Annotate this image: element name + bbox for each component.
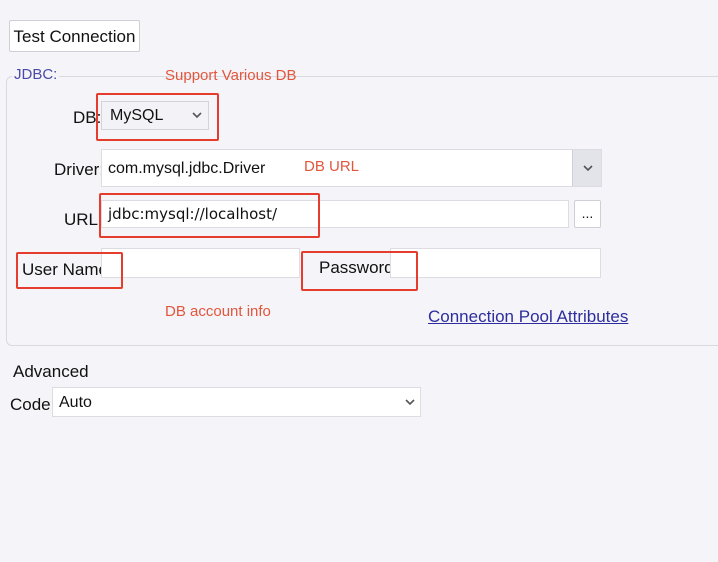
driver-label: Driver:	[54, 160, 105, 179]
url-annotation-text: DB URL	[304, 158, 360, 175]
advanced-section-title: Advanced	[13, 362, 89, 381]
account-annotation-text: DB account info	[165, 303, 271, 320]
chevron-down-icon[interactable]	[572, 150, 601, 186]
password-input[interactable]	[390, 248, 601, 278]
url-browse-button[interactable]: ...	[574, 200, 601, 228]
code-label: Code:	[10, 395, 56, 414]
db-annotation-box	[96, 93, 219, 141]
url-label: URL:	[64, 210, 103, 229]
jdbc-group-label: JDBC:	[12, 66, 60, 83]
user-name-annotation-box	[16, 252, 123, 289]
driver-select-value: com.mysql.jdbc.Driver	[108, 160, 266, 177]
url-annotation-box	[99, 193, 320, 238]
code-select-value: Auto	[59, 394, 92, 411]
test-connection-button[interactable]: Test Connection	[9, 20, 140, 52]
password-annotation-box	[301, 251, 418, 291]
user-name-input[interactable]	[101, 248, 300, 278]
db-annotation-text: Support Various DB	[165, 67, 297, 84]
chevron-down-icon[interactable]	[399, 388, 420, 416]
connection-pool-attributes-link[interactable]: Connection Pool Attributes	[428, 307, 628, 327]
code-select[interactable]: Auto	[52, 387, 421, 417]
